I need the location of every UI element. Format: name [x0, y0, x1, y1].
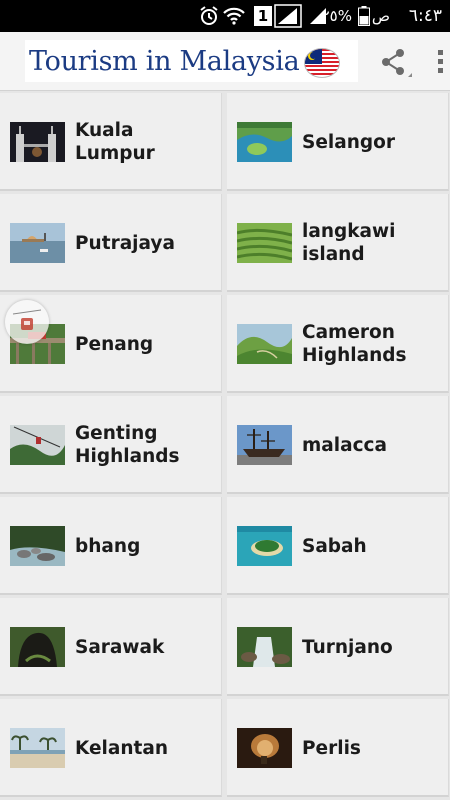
thumbnail-lake-park — [237, 122, 292, 162]
cable-car-icon — [12, 309, 42, 330]
tile-bhang[interactable]: bhang — [0, 497, 222, 595]
tile-sarawak[interactable]: Sarawak — [0, 598, 222, 696]
destination-grid: Kuala Lumpur Selangor Putrajaya langkawi… — [0, 90, 450, 800]
floating-assist-button[interactable] — [5, 300, 49, 344]
thumbnail-waterfall — [237, 627, 292, 667]
battery-percent: ٢٥% — [321, 7, 352, 25]
tile-label: Cameron Highlands — [302, 322, 407, 366]
tile-label: Sarawak — [75, 636, 165, 658]
tile-label: Putrajaya — [75, 232, 175, 254]
thumbnail-island-sea — [237, 526, 292, 566]
clock: ٦:٤٣ — [408, 6, 442, 26]
thumbnail-cave — [10, 627, 65, 667]
tile-label: Selangor — [302, 131, 395, 153]
tile-malacca[interactable]: malacca — [227, 396, 449, 494]
thumbnail-cable-car — [10, 425, 65, 465]
thumbnail-tea-hills — [237, 223, 292, 263]
overflow-menu-button[interactable] — [432, 46, 448, 78]
tile-perlis[interactable]: Perlis — [227, 699, 449, 797]
overflow-menu-icon — [438, 50, 443, 73]
signal-icon — [274, 0, 302, 32]
share-button[interactable] — [376, 44, 414, 80]
tile-sabah[interactable]: Sabah — [227, 497, 449, 595]
battery-icon — [358, 0, 370, 32]
sim-label: 1 — [254, 6, 272, 26]
app-logo: Tourism in Malaysia — [25, 40, 358, 82]
thumbnail-ship — [237, 425, 292, 465]
tile-label: Genting Highlands — [75, 423, 180, 467]
wifi-icon — [222, 0, 246, 32]
tile-label: langkawi island — [302, 221, 396, 265]
app-bar: Tourism in Malaysia — [0, 32, 450, 91]
thumbnail-beach-trees — [10, 728, 65, 768]
app-title: Tourism in Malaysia — [29, 45, 300, 77]
tile-label: Perlis — [302, 737, 361, 759]
ampm-label: ص — [371, 7, 390, 25]
tile-kuala-lumpur[interactable]: Kuala Lumpur — [0, 93, 222, 191]
share-icon — [382, 49, 412, 77]
tile-label: Sabah — [302, 535, 367, 557]
alarm-icon — [198, 0, 220, 32]
tile-label: malacca — [302, 434, 388, 456]
thumbnail-cave-dark — [237, 728, 292, 768]
tile-kelantan[interactable]: Kelantan — [0, 699, 222, 797]
tile-label: bhang — [75, 535, 141, 557]
tile-putrajaya[interactable]: Putrajaya — [0, 194, 222, 292]
sim-icon: 1 — [254, 0, 272, 32]
tile-label: Turnjano — [302, 636, 393, 658]
thumbnail-green-hills — [237, 324, 292, 364]
tile-label: Kuala Lumpur — [75, 120, 155, 164]
thumbnail-city-night — [10, 122, 65, 162]
malaysia-flag-icon — [304, 48, 340, 78]
thumbnail-river-rocks — [10, 526, 65, 566]
thumbnail-mosque-lake — [10, 223, 65, 263]
tile-selangor[interactable]: Selangor — [227, 93, 449, 191]
tile-cameron-highlands[interactable]: Cameron Highlands — [227, 295, 449, 393]
tile-langkawi-island[interactable]: langkawi island — [227, 194, 449, 292]
tile-label: Kelantan — [75, 737, 169, 759]
tile-label: Penang — [75, 333, 154, 355]
status-bar: 1 ٢٥% ص ٦:٤٣ — [0, 0, 450, 32]
tile-genting-highlands[interactable]: Genting Highlands — [0, 396, 222, 494]
tile-turnjano[interactable]: Turnjano — [227, 598, 449, 696]
